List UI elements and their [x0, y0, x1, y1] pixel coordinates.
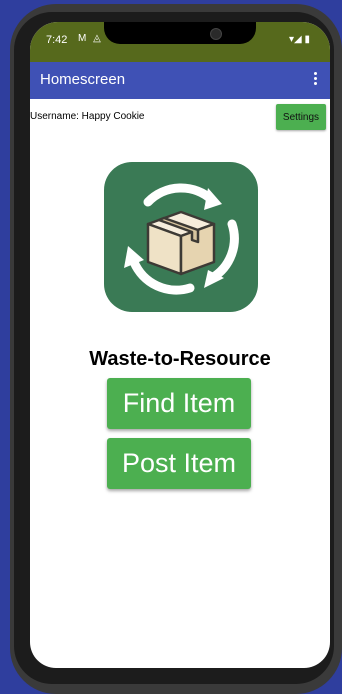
system-icons: ▾◢ ▮: [289, 34, 310, 45]
username-label: Username: Happy Cookie: [30, 111, 145, 122]
screen: 7:42 M ◬ ▾◢ ▮ Homescreen Username: Happy…: [30, 22, 330, 668]
app-name: Waste-to-Resource: [89, 348, 271, 370]
status-time: 7:42: [46, 34, 68, 46]
find-item-button[interactable]: Find Item: [107, 378, 251, 429]
post-item-button[interactable]: Post Item: [107, 438, 251, 489]
recycle-box-icon: [124, 183, 239, 295]
settings-button[interactable]: Settings: [276, 104, 326, 130]
camera-icon: [210, 28, 222, 40]
notch: [104, 22, 256, 44]
more-vert-icon[interactable]: [310, 70, 320, 90]
notification-icons: M ◬: [78, 33, 103, 44]
app-bar: Homescreen: [30, 62, 330, 99]
page-title: Homescreen: [40, 71, 126, 88]
app-logo: [104, 162, 258, 312]
